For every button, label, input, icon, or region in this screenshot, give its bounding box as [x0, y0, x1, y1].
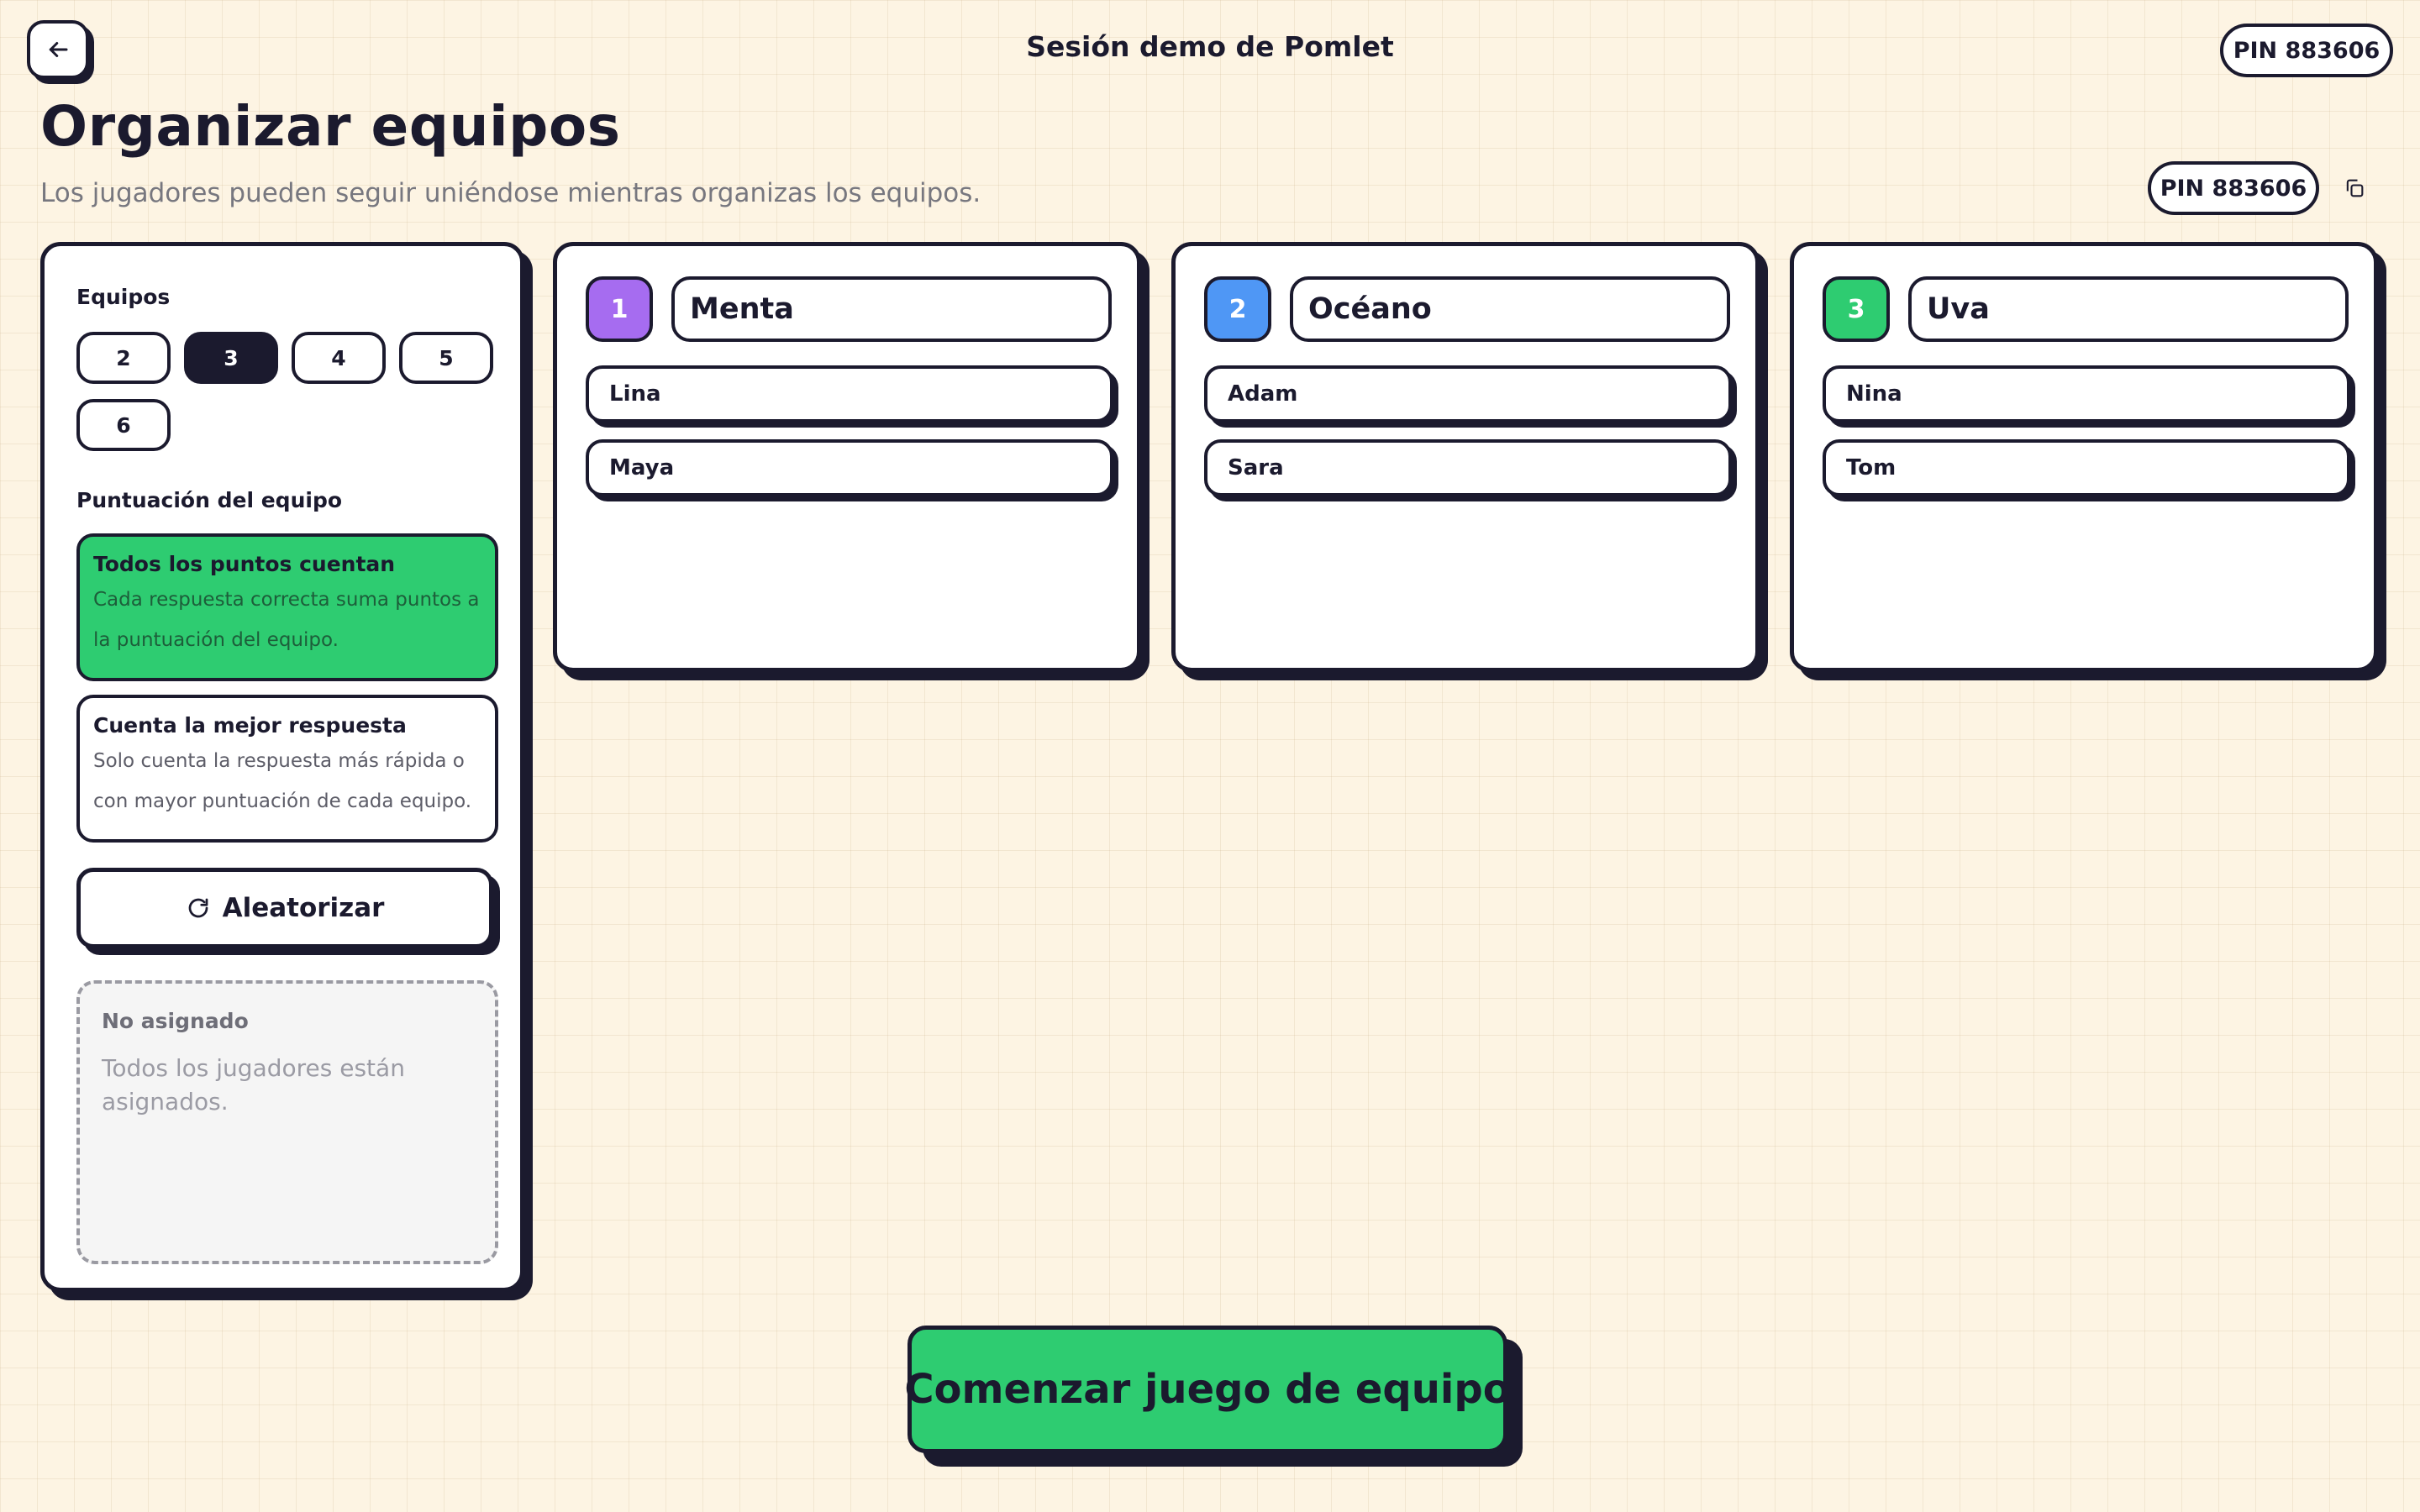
scoring-mode-best-answer[interactable]: Cuenta la mejor respuesta Solo cuenta la…	[76, 695, 498, 843]
pin-code-badge: PIN 883606	[2148, 161, 2319, 215]
start-team-game-button[interactable]: Comenzar juego de equipo	[904, 1326, 1511, 1453]
refresh-icon	[188, 898, 208, 918]
team-name-input[interactable]: Uva	[1908, 276, 2349, 342]
player-chip[interactable]: Adam	[1204, 365, 1732, 423]
mode-title: Todos los puntos cuentan	[93, 552, 396, 576]
team-count-2-button[interactable]: 2	[76, 332, 171, 384]
team-number-badge: 1	[586, 276, 653, 342]
player-chip[interactable]: Nina	[1823, 365, 2350, 423]
teams-count-label: Equipos	[76, 285, 171, 309]
team-card-oceano: 2 Océano Adam Sara	[1171, 242, 1760, 672]
team-name-input[interactable]: Océano	[1290, 276, 1730, 342]
player-chip[interactable]: Maya	[586, 439, 1113, 496]
settings-panel: Equipos 2 3 4 5 6 Puntuación del equipo …	[40, 242, 524, 1292]
team-card-menta: 1 Menta Lina Maya	[553, 242, 1141, 672]
team-number-badge: 3	[1823, 276, 1890, 342]
team-scoring-label: Puntuación del equipo	[76, 488, 343, 512]
team-name-input[interactable]: Menta	[671, 276, 1112, 342]
unassigned-title: No asignado	[102, 1009, 249, 1033]
team-count-6-button[interactable]: 6	[76, 399, 171, 451]
mode-title: Cuenta la mejor respuesta	[93, 713, 407, 738]
team-count-5-button[interactable]: 5	[399, 332, 493, 384]
team-number-badge: 2	[1204, 276, 1271, 342]
unassigned-dropzone[interactable]: No asignado Todos los jugadores están as…	[76, 980, 498, 1264]
copy-pin-button[interactable]	[2338, 170, 2371, 207]
page-subtitle: Los jugadores pueden seguir uniéndose mi…	[40, 178, 981, 208]
team-card-uva: 3 Uva Nina Tom	[1790, 242, 2378, 672]
unassigned-empty-text: Todos los jugadores están asignados.	[102, 1054, 405, 1116]
player-chip[interactable]: Sara	[1204, 439, 1732, 496]
copy-icon	[2346, 179, 2364, 197]
randomize-button[interactable]: Aleatorizar	[76, 868, 493, 948]
session-title: Sesión demo de Pomlet	[1026, 30, 1394, 63]
randomize-label: Aleatorizar	[222, 893, 385, 923]
player-chip[interactable]: Lina	[586, 365, 1113, 423]
page-title: Organizar equipos	[40, 94, 621, 159]
team-count-4-button[interactable]: 4	[292, 332, 386, 384]
player-chip[interactable]: Tom	[1823, 439, 2350, 496]
team-count-3-button[interactable]: 3	[184, 332, 278, 384]
scoring-mode-all-points[interactable]: Todos los puntos cuentan Cada respuesta …	[76, 533, 498, 681]
mode-description: Cada respuesta correcta suma puntos a la…	[93, 589, 480, 651]
mode-description: Solo cuenta la respuesta más rápida o co…	[93, 750, 472, 812]
pin-badge: PIN 883606	[2220, 24, 2393, 77]
